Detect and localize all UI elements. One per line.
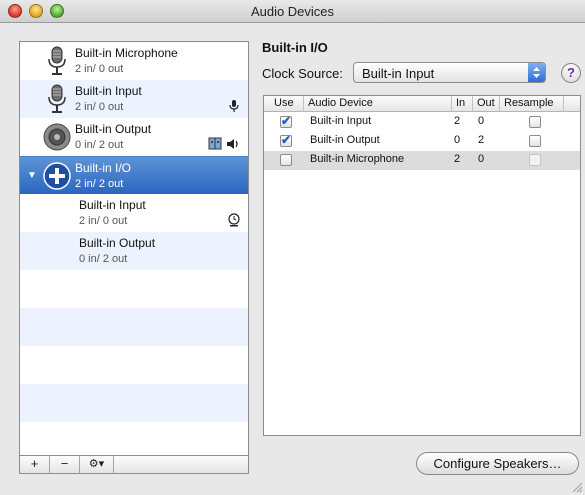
device-row-built-in-microphone[interactable]: Built-in Microphone 2 in/ 0 out xyxy=(20,42,248,80)
audio-devices-window: Audio Devices Built-in Microphone 2 in/ … xyxy=(0,0,585,495)
resample-checkbox xyxy=(529,154,541,166)
clock-source-value: Built-in Input xyxy=(362,66,435,81)
list-stripe xyxy=(20,384,248,422)
sub-device-row-built-in-input[interactable]: Built-in Input 2 in/ 0 out xyxy=(20,194,248,232)
device-name: Built-in Input xyxy=(75,84,142,98)
gear-menu-button[interactable]: ⚙▾ xyxy=(80,456,114,473)
resample-checkbox[interactable] xyxy=(529,135,541,147)
speaker-icon xyxy=(43,123,71,151)
resize-grip-icon[interactable] xyxy=(572,482,583,493)
device-io: 2 in/ 0 out xyxy=(75,101,124,113)
microphone-badge-icon xyxy=(229,100,239,112)
checkmark-icon: ✔ xyxy=(281,114,292,128)
clock-source-popup[interactable]: Built-in Input xyxy=(353,62,546,83)
out-count: 0 xyxy=(478,153,485,165)
finder-badge-icon xyxy=(208,137,222,150)
disclosure-triangle-icon[interactable]: ▼ xyxy=(27,170,37,181)
device-row-built-in-io[interactable]: ▼ Built-in I/O 2 in/ 2 out xyxy=(20,156,248,194)
table-row[interactable]: ✔ Built-in Input 2 0 xyxy=(264,113,580,132)
add-device-button[interactable]: + xyxy=(20,456,50,473)
table-row[interactable]: ✔ Built-in Output 0 2 xyxy=(264,132,580,151)
column-header-audio-device[interactable]: Audio Device xyxy=(304,96,452,112)
microphone-icon xyxy=(48,46,66,75)
use-checkbox[interactable]: ✔ xyxy=(280,133,292,147)
microphone-icon xyxy=(48,84,66,113)
table-header: Use Audio Device In Out Resample xyxy=(264,96,580,112)
device-name: Built-in Microphone xyxy=(75,46,178,60)
audio-device-name: Built-in Input xyxy=(310,115,372,127)
device-io: 2 in/ 0 out xyxy=(79,215,128,227)
in-count: 2 xyxy=(454,115,461,127)
column-header-out[interactable]: Out xyxy=(473,96,500,112)
device-io: 0 in/ 2 out xyxy=(79,253,128,265)
device-row-built-in-output[interactable]: Built-in Output 0 in/ 2 out xyxy=(20,118,248,156)
use-checkbox[interactable] xyxy=(280,154,292,166)
window-title: Audio Devices xyxy=(250,4,335,19)
out-count: 2 xyxy=(478,134,485,146)
audio-device-name: Built-in Output xyxy=(310,134,380,146)
configure-speakers-button[interactable]: Configure Speakers… xyxy=(416,452,579,475)
device-io: 2 in/ 2 out xyxy=(75,178,124,190)
in-count: 2 xyxy=(454,153,461,165)
table-row[interactable]: Built-in Microphone 2 0 xyxy=(264,151,580,170)
speaker-badge-icon xyxy=(227,139,238,149)
out-count: 0 xyxy=(478,115,485,127)
aggregate-device-icon xyxy=(43,162,71,190)
device-row-built-in-input[interactable]: Built-in Input 2 in/ 0 out xyxy=(20,80,248,118)
audio-device-table[interactable]: Use Audio Device In Out Resample ✔ Built… xyxy=(263,95,581,436)
device-name: Built-in I/O xyxy=(75,161,132,175)
column-header-in[interactable]: In xyxy=(452,96,473,112)
clock-icon xyxy=(228,213,240,227)
audio-device-name: Built-in Microphone xyxy=(310,153,405,165)
list-stripe xyxy=(20,308,248,346)
device-name: Built-in Output xyxy=(75,122,152,136)
device-name: Built-in Output xyxy=(79,236,156,250)
device-list-toolbar: + − ⚙▾ xyxy=(19,456,249,474)
clock-source-label: Clock Source: xyxy=(262,66,343,81)
remove-device-button[interactable]: − xyxy=(50,456,80,473)
device-io: 0 in/ 2 out xyxy=(75,139,124,151)
checkmark-icon: ✔ xyxy=(281,133,292,147)
title-bar[interactable]: Audio Devices xyxy=(0,0,585,23)
resample-checkbox[interactable] xyxy=(529,116,541,128)
sub-device-row-built-in-output[interactable]: Built-in Output 0 in/ 2 out xyxy=(20,232,248,270)
device-detail-title: Built-in I/O xyxy=(262,40,328,55)
help-button[interactable]: ? xyxy=(561,63,581,83)
use-checkbox[interactable]: ✔ xyxy=(280,114,292,128)
device-list[interactable]: Built-in Microphone 2 in/ 0 out Built-in… xyxy=(19,41,249,456)
column-header-resample[interactable]: Resample xyxy=(500,96,564,112)
device-name: Built-in Input xyxy=(79,198,146,212)
column-header-use[interactable]: Use xyxy=(264,96,304,112)
popup-arrows-icon xyxy=(528,63,545,82)
device-io: 2 in/ 0 out xyxy=(75,63,124,75)
in-count: 0 xyxy=(454,134,461,146)
